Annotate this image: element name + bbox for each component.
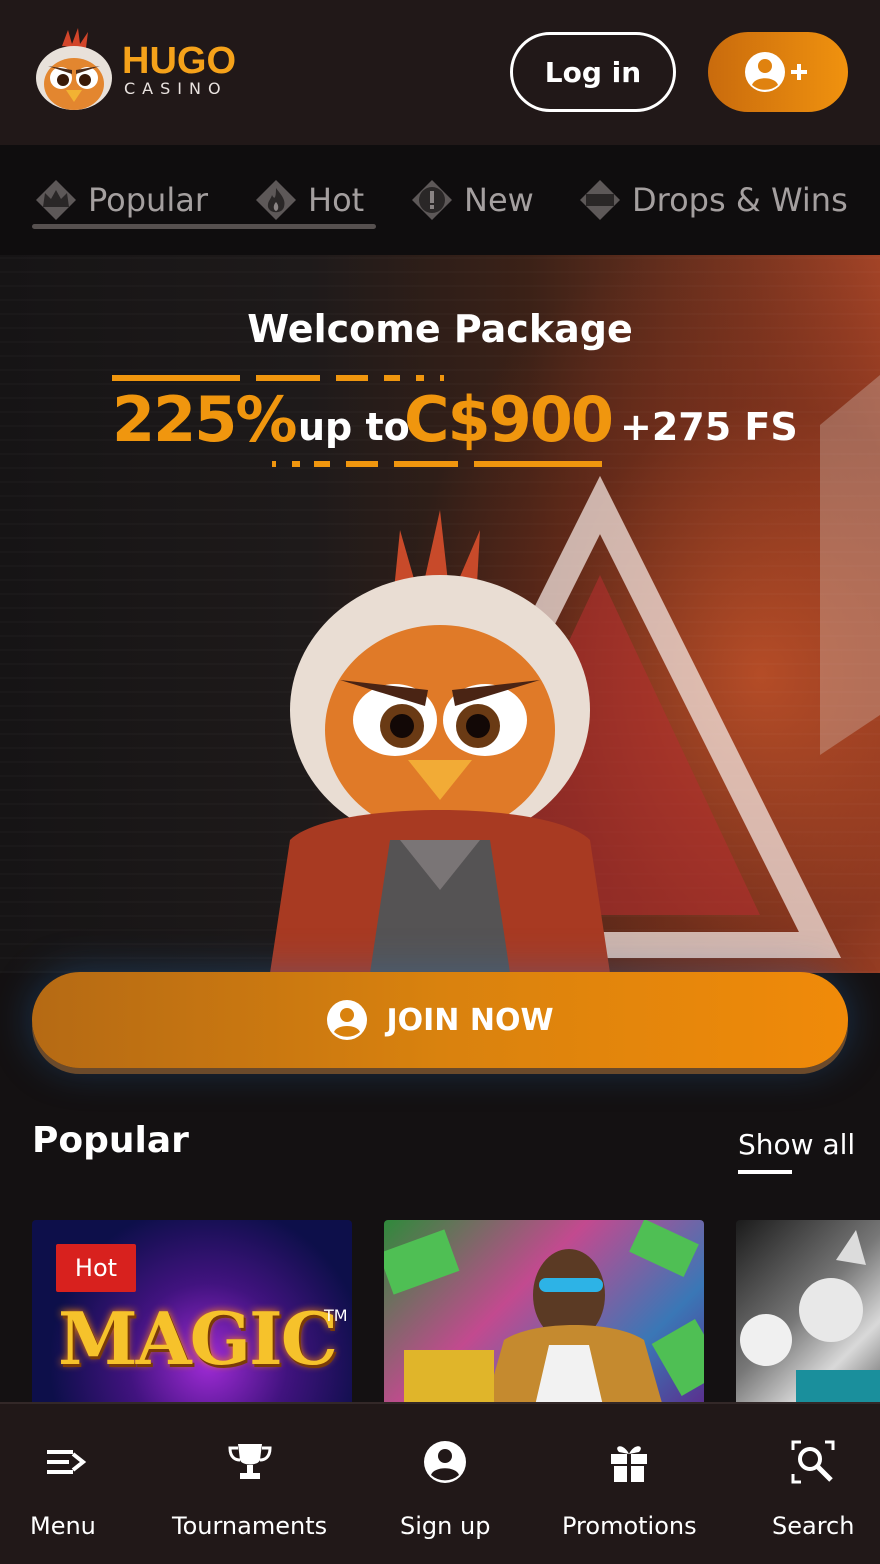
tab-hot-label: Hot <box>308 181 365 219</box>
tab-new-label: New <box>464 181 534 219</box>
game-card-3[interactable] <box>736 1220 880 1410</box>
user-circle-icon <box>424 1441 467 1483</box>
section-title-popular: Popular <box>32 1120 189 1161</box>
menu-icon <box>46 1450 87 1474</box>
crown-icon <box>36 180 76 220</box>
nav-promotions-label: Promotions <box>562 1512 697 1540</box>
nav-tournaments[interactable]: Tournaments <box>172 1438 327 1540</box>
user-circle-icon <box>327 1000 368 1040</box>
nav-search[interactable]: Search <box>772 1438 854 1540</box>
login-button[interactable]: Log in <box>510 32 676 112</box>
logo-wordmark: HUGO <box>122 40 236 82</box>
gift-icon <box>611 1446 648 1482</box>
game-thumbnail-art <box>384 1220 704 1410</box>
hot-badge: Hot <box>56 1244 136 1292</box>
offer-decoration-line <box>440 375 444 381</box>
join-now-label: JOIN NOW <box>386 1002 554 1038</box>
game-card-2[interactable] <box>384 1220 704 1410</box>
nav-menu[interactable]: Menu <box>30 1438 96 1540</box>
offer-decoration-line <box>394 461 458 467</box>
bonus-free-spins: +275 FS <box>620 405 798 449</box>
join-now-button[interactable]: JOIN NOW <box>32 972 848 1068</box>
offer-decoration-line <box>384 375 400 381</box>
hugo-casino-logo[interactable]: HUGO CASINO <box>32 26 236 118</box>
offer-decoration-line <box>346 461 378 467</box>
page: HUGO CASINO Log in Popular Hot New Drops… <box>0 0 880 1564</box>
bonus-amount: C$900 <box>404 383 614 456</box>
banner-title: Welcome Package <box>247 307 633 351</box>
user-plus-icon <box>745 52 807 92</box>
tab-popular-label: Popular <box>88 181 208 219</box>
game-title-art: MAGIC <box>58 1296 338 1381</box>
offer-decoration-line <box>336 375 368 381</box>
offer-decoration-line <box>416 375 424 381</box>
hugo-bird-logo-icon <box>36 28 112 110</box>
bottom-navigation: Menu Tournaments Sign up Promotions Sear… <box>0 1402 880 1564</box>
active-tab-indicator <box>32 224 376 229</box>
flame-icon <box>256 180 296 220</box>
nav-promotions[interactable]: Promotions <box>562 1438 697 1540</box>
nav-tournaments-label: Tournaments <box>172 1512 328 1540</box>
game-card-magic-spins[interactable]: Hot MAGIC TM <box>32 1220 352 1410</box>
show-all-underline <box>738 1170 792 1174</box>
trophy-icon <box>228 1444 272 1479</box>
drops-wins-icon <box>580 180 620 220</box>
nav-sign-up-label: Sign up <box>400 1512 491 1540</box>
bonus-up-to: up to <box>298 405 410 449</box>
nav-menu-label: Menu <box>30 1512 96 1540</box>
game-thumbnail-art <box>740 1230 880 1410</box>
offer-decoration-line <box>292 461 300 467</box>
trademark-mark: TM <box>324 1306 348 1325</box>
exclamation-icon <box>412 180 452 220</box>
tab-drops-wins[interactable]: Drops & Wins <box>576 175 848 225</box>
offer-decoration-line <box>314 461 330 467</box>
offer-decoration-line <box>474 461 602 467</box>
search-icon <box>791 1440 835 1484</box>
nav-search-label: Search <box>772 1512 855 1540</box>
show-all-link[interactable]: Show all <box>738 1128 855 1161</box>
welcome-banner[interactable]: Welcome Package 225% up to C$900 +275 FS <box>0 255 880 973</box>
logo-subtitle: CASINO <box>124 79 228 98</box>
offer-decoration-line <box>112 375 240 381</box>
offer-decoration-line <box>272 461 276 467</box>
top-header: HUGO CASINO Log in <box>0 0 880 145</box>
signup-header-button[interactable] <box>708 32 848 112</box>
hugo-mascot-image <box>270 510 610 973</box>
tab-new[interactable]: New <box>408 175 534 225</box>
tab-hot[interactable]: Hot <box>252 175 364 225</box>
tab-popular[interactable]: Popular <box>32 175 208 225</box>
nav-sign-up[interactable]: Sign up <box>400 1438 490 1540</box>
bonus-percent: 225% <box>112 383 298 456</box>
offer-decoration-line <box>256 375 320 381</box>
category-tabs: Popular Hot New Drops & Wins <box>0 145 880 255</box>
tab-drops-wins-label: Drops & Wins <box>632 181 848 219</box>
